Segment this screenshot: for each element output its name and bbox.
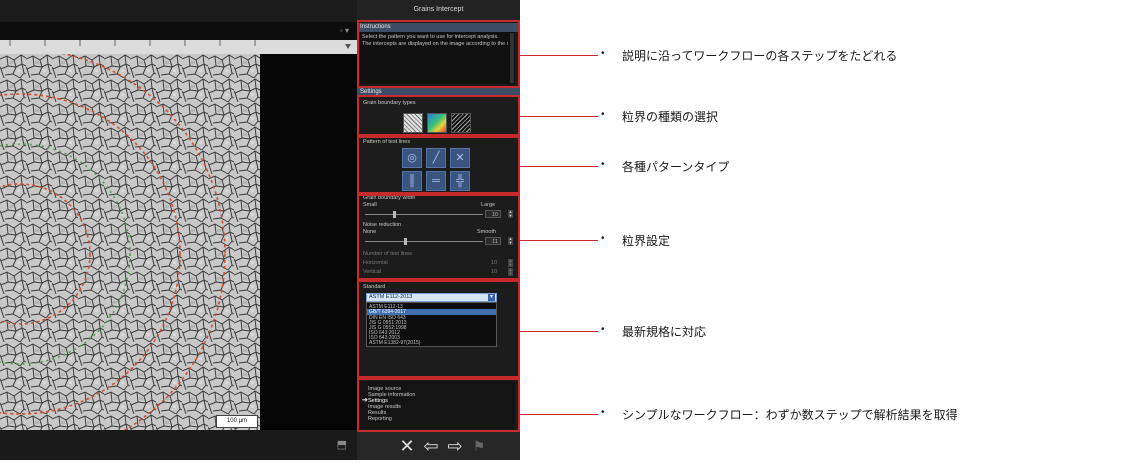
wizard-nav-bar: ✕ ⇦ ⇨ ⚑ xyxy=(357,432,520,460)
leader-line xyxy=(520,331,598,332)
bullet-icon: • xyxy=(601,233,605,244)
finish-button[interactable]: ⚑ xyxy=(469,436,489,456)
measurement-ruler xyxy=(0,40,357,55)
microstructure-image[interactable] xyxy=(0,54,260,430)
zoom-controls[interactable]: ◦ ▾ xyxy=(340,22,349,40)
leader-line xyxy=(520,166,598,167)
bullet-icon: • xyxy=(601,324,605,335)
close-button[interactable]: ✕ xyxy=(397,436,417,456)
bullet-icon: • xyxy=(601,109,605,120)
leader-line xyxy=(520,240,598,241)
leader-line xyxy=(520,116,598,117)
callout-patterns: 各種パターンタイプ xyxy=(622,160,730,174)
highlight-instructions xyxy=(357,20,520,88)
callout-instructions: 説明に沿ってワークフローの各ステップをたどれる xyxy=(622,49,898,63)
highlight-patterns xyxy=(357,136,520,194)
highlight-standard xyxy=(357,280,520,378)
leader-line xyxy=(520,414,598,415)
wizard-panel: Grains Intercept Instructions Select the… xyxy=(357,0,520,460)
leader-line xyxy=(520,55,598,56)
highlight-boundary-settings xyxy=(357,194,520,280)
bullet-icon: • xyxy=(601,407,605,418)
viewer-toolbar: ◦ ▾ xyxy=(0,22,357,40)
callout-standard: 最新規格に対応 xyxy=(622,325,707,339)
panel-title: Grains Intercept xyxy=(357,0,520,20)
viewer-status-bar: ⬒ xyxy=(0,430,357,460)
callout-workflow: シンプルなワークフロー：わずか数ステップで解析結果を取得 xyxy=(622,408,958,422)
next-button[interactable]: ⇨ xyxy=(445,436,465,456)
bullet-icon: • xyxy=(601,159,605,170)
callout-boundary-types: 粒界の種類の選択 xyxy=(622,110,719,124)
bullet-icon: • xyxy=(601,48,605,59)
viewer-title-bar xyxy=(0,0,357,22)
viewer-empty-area xyxy=(260,54,357,430)
highlight-workflow xyxy=(357,378,520,432)
export-icon[interactable]: ⬒ xyxy=(337,438,347,451)
callout-boundary-settings: 粒界設定 xyxy=(622,234,671,248)
scale-bar: 100 µm xyxy=(216,415,258,428)
back-button[interactable]: ⇦ xyxy=(421,436,441,456)
highlight-boundary-types xyxy=(357,95,520,136)
